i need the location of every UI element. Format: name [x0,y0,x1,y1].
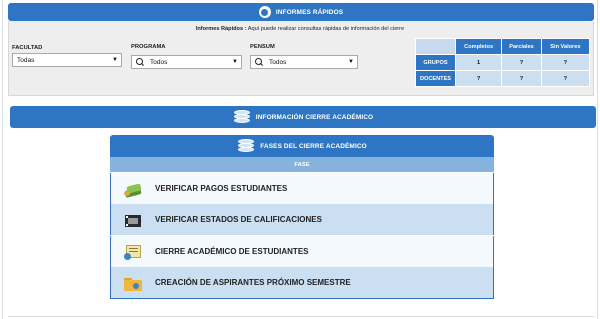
search-icon [136,58,144,66]
fase-label: VERIFICAR PAGOS ESTUDIANTES [155,184,288,193]
pensum-value: Todos [269,58,287,66]
fase-column-header: FASE [110,157,494,172]
informes-rapidos-title: INFORMES RÁPIDOS [275,8,344,16]
quick-note: Informes Rápidos : Aquí puede realizar c… [0,26,600,32]
film-icon [123,211,143,229]
folder-user-icon [123,274,143,292]
info-circle-icon [258,6,271,18]
fase-creacion-aspirantes[interactable]: CREACIÓN DE ASPIRANTES PRÓXIMO SEMESTRE [110,267,494,299]
fase-label: CREACIÓN DE ASPIRANTES PRÓXIMO SEMESTRE [155,278,351,287]
money-icon [123,180,143,198]
facultad-value: Todas [17,56,35,64]
database-icon [237,138,255,154]
stats-row-label: DOCENTES [415,70,456,87]
stats-table: Completos Parciales Sin Valores GRUPOS 1… [415,38,591,87]
fase-cierre-estudiantes[interactable]: CIERRE ACADÉMICO DE ESTUDIANTES [110,236,494,267]
certificate-icon [123,243,143,261]
stats-cell[interactable]: ? [501,54,542,71]
info-cierre-title: INFORMACIÓN CIERRE ACADÉMICO [255,113,374,121]
fase-label: CIERRE ACADÉMICO DE ESTUDIANTES [155,247,309,256]
dropdown-arrow-icon: ▼ [112,57,118,63]
info-cierre-bar[interactable]: INFORMACIÓN CIERRE ACADÉMICO [10,106,596,128]
facultad-label: FACULTAD [12,45,43,51]
stats-col-parciales: Parciales [501,38,542,55]
fase-verificar-calificaciones[interactable]: VERIFICAR ESTADOS DE CALIFICACIONES [110,204,494,235]
fases-title: FASES DEL CIERRE ACADÉMICO [260,142,367,150]
programa-value: Todos [150,58,168,66]
facultad-select[interactable]: Todas ▼ [12,53,122,67]
pensum-select[interactable]: Todos ▼ [250,55,358,69]
stats-cell[interactable]: ? [454,70,503,87]
quick-note-label: Informes Rápidos : [195,26,247,32]
stats-row-grupos: GRUPOS 1 ? ? [415,54,591,71]
stats-cell[interactable]: ? [501,70,542,87]
stats-cell[interactable]: ? [540,54,591,71]
stats-corner [415,38,456,55]
fase-verificar-pagos[interactable]: VERIFICAR PAGOS ESTUDIANTES [110,173,494,204]
stats-col-sin-valores: Sin Valores [540,38,591,55]
stats-row-docentes: DOCENTES ? ? ? [415,70,591,87]
stats-cell[interactable]: 1 [454,54,503,71]
database-icon [233,109,251,125]
pensum-label: PENSUM [250,44,275,50]
stats-row-label: GRUPOS [415,54,456,71]
informes-rapidos-header: INFORMES RÁPIDOS [8,3,594,21]
quick-note-text: Aquí puede realizar consultas rápidas de… [246,26,405,32]
search-icon [255,58,263,66]
stats-header-row: Completos Parciales Sin Valores [415,38,591,55]
stats-col-completos: Completos [454,38,503,55]
programa-select[interactable]: Todos ▼ [131,55,242,69]
programa-label: PROGRAMA [131,44,166,50]
fase-label: VERIFICAR ESTADOS DE CALIFICACIONES [155,215,322,224]
dropdown-arrow-icon: ▼ [232,59,238,65]
bottom-divider [8,316,594,317]
dropdown-arrow-icon: ▼ [348,59,354,65]
stats-cell[interactable]: ? [540,70,591,87]
fases-header: FASES DEL CIERRE ACADÉMICO [110,135,494,157]
